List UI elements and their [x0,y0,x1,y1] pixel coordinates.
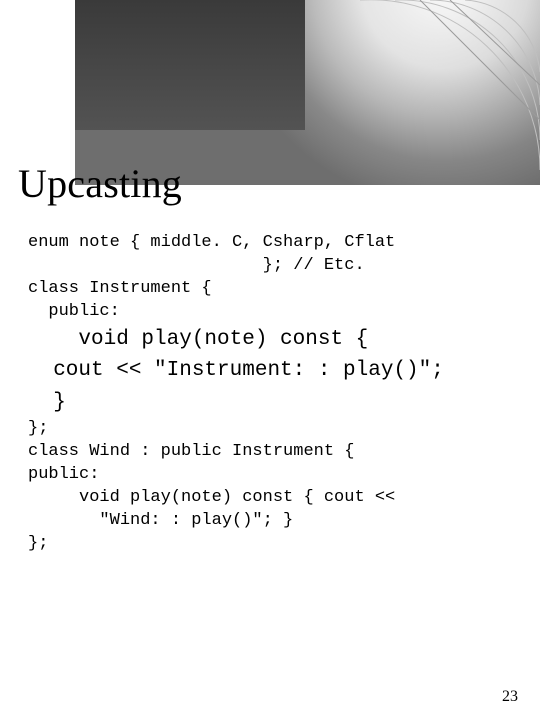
slide-title: Upcasting [18,160,182,207]
code-line: }; [28,418,520,441]
slide: Upcasting enum note { middle. C, Csharp,… [0,0,540,720]
code-line: void play(note) const { [28,324,520,356]
code-line: }; [28,533,520,556]
page-number: 23 [502,688,518,706]
code-line: } [28,387,520,419]
code-line: cout << "Instrument: : play()"; [28,355,520,387]
code-line: void play(note) const { cout << [28,487,520,510]
code-line: public: [28,464,520,487]
slide-body: enum note { middle. C, Csharp, Cflat }; … [28,232,520,556]
code-line: "Wind: : play()"; } [28,510,520,533]
code-line: class Instrument { [28,278,520,301]
code-line: enum note { middle. C, Csharp, Cflat [28,232,520,255]
code-line: }; // Etc. [28,255,520,278]
code-line: class Wind : public Instrument { [28,441,520,464]
code-line: public: [28,301,520,324]
background-dark-block [75,0,305,130]
